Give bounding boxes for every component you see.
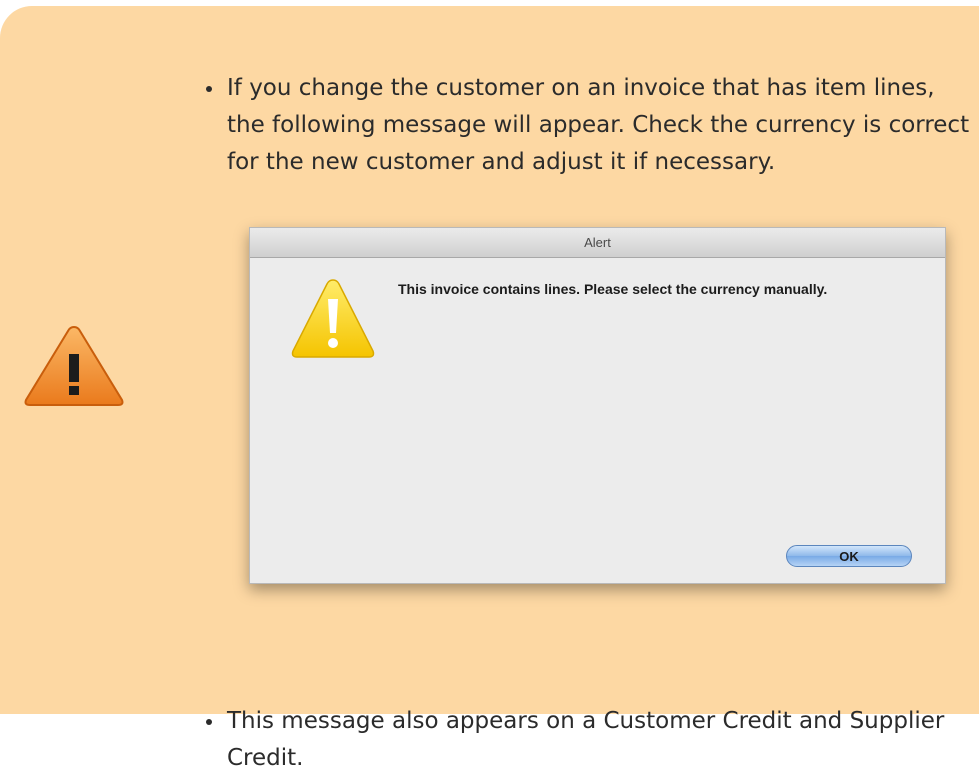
alert-dialog-screenshot: Alert This invoice contains lines. Pleas…	[249, 227, 946, 584]
dialog-title: Alert	[250, 228, 945, 258]
note-bullet-1: If you change the customer on an invoice…	[200, 70, 970, 181]
alert-warning-icon	[291, 279, 375, 358]
dialog-message: This invoice contains lines. Please sele…	[398, 281, 828, 297]
note-bullet-2: This message also appears on a Customer …	[200, 703, 970, 777]
ok-button[interactable]: OK	[786, 545, 912, 567]
warning-note: If you change the customer on an invoice…	[0, 6, 979, 771]
warning-icon	[24, 325, 124, 406]
